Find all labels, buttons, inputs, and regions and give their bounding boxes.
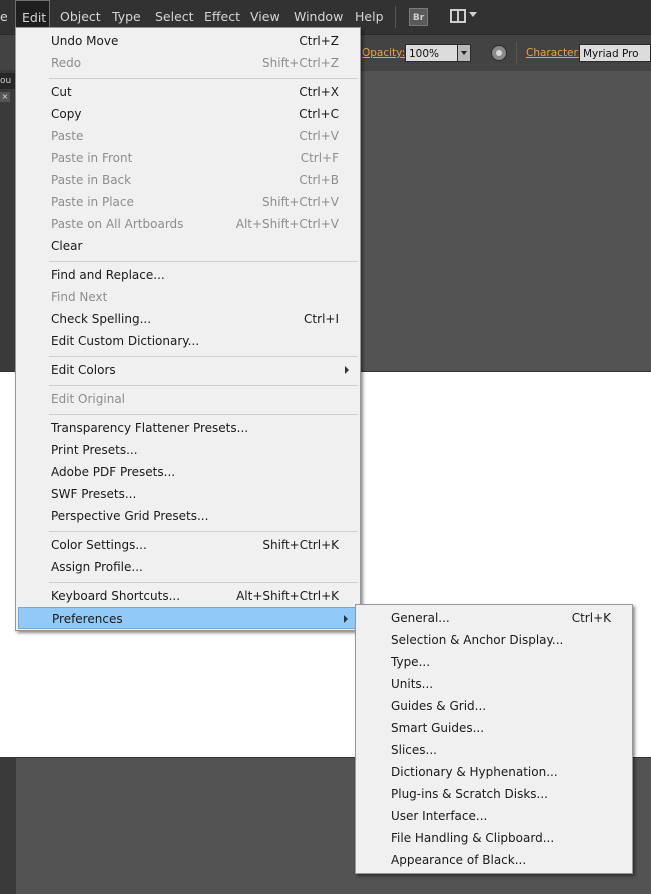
- menu-item-transparency-flattener-presets[interactable]: Transparency Flattener Presets...: [18, 417, 358, 439]
- menu-item-cut[interactable]: Cut Ctrl+X: [18, 81, 358, 103]
- submenu-item-file-handling-clipboard[interactable]: File Handling & Clipboard...: [358, 827, 630, 849]
- submenu-arrow-icon: [345, 366, 349, 374]
- menu-item-paste-in-back[interactable]: Paste in Back Ctrl+B: [18, 169, 358, 191]
- menu-item-paste-on-all-artboards[interactable]: Paste on All Artboards Alt+Shift+Ctrl+V: [18, 213, 358, 235]
- submenu-arrow-icon: [344, 615, 348, 623]
- menu-item-paste-in-front[interactable]: Paste in Front Ctrl+F: [18, 147, 358, 169]
- menu-separator: [49, 356, 358, 357]
- menu-item-color-settings[interactable]: Color Settings... Shift+Ctrl+K: [18, 534, 358, 556]
- menu-item-keyboard-shortcuts[interactable]: Keyboard Shortcuts... Alt+Shift+Ctrl+K: [18, 585, 358, 607]
- submenu-item-plugins-scratch-disks[interactable]: Plug-ins & Scratch Disks...: [358, 783, 630, 805]
- submenu-item-guides-grid[interactable]: Guides & Grid...: [358, 695, 630, 717]
- opacity-label[interactable]: Opacity:: [362, 47, 405, 59]
- menu-separator: [49, 261, 358, 262]
- menu-item-swf-presets[interactable]: SWF Presets...: [18, 483, 358, 505]
- bridge-icon[interactable]: Br: [409, 8, 428, 26]
- menu-item-clear[interactable]: Clear: [18, 235, 358, 257]
- edit-menu: Undo Move Ctrl+Z Redo Shift+Ctrl+Z Cut Ctrl…: [15, 27, 361, 631]
- opacity-input[interactable]: 100%: [405, 44, 458, 62]
- submenu-item-type[interactable]: Type...: [358, 651, 630, 673]
- menu-item-copy[interactable]: Copy Ctrl+C: [18, 103, 358, 125]
- menu-item-redo[interactable]: Redo Shift+Ctrl+Z: [18, 52, 358, 74]
- menu-separator: [49, 414, 358, 415]
- menu-item-edit-custom-dictionary[interactable]: Edit Custom Dictionary...: [18, 330, 358, 352]
- menu-separator: [49, 385, 358, 386]
- submenu-item-appearance-of-black[interactable]: Appearance of Black...: [358, 849, 630, 871]
- menu-file[interactable]: e: [0, 0, 8, 34]
- submenu-item-dictionary-hyphenation[interactable]: Dictionary & Hyphenation...: [358, 761, 630, 783]
- menu-item-assign-profile[interactable]: Assign Profile...: [18, 556, 358, 578]
- menu-item-edit-colors[interactable]: Edit Colors: [18, 359, 358, 381]
- panel-close-icon[interactable]: ×: [0, 92, 10, 102]
- opacity-dropdown-icon[interactable]: [457, 44, 471, 62]
- menu-item-find-and-replace[interactable]: Find and Replace...: [18, 264, 358, 286]
- menu-item-perspective-grid-presets[interactable]: Perspective Grid Presets...: [18, 505, 358, 527]
- submenu-item-units[interactable]: Units...: [358, 673, 630, 695]
- character-label[interactable]: Character:: [526, 47, 581, 59]
- submenu-item-general[interactable]: General... Ctrl+K: [358, 607, 630, 629]
- menu-item-preferences[interactable]: Preferences: [18, 607, 358, 629]
- workspace-switcher-icon[interactable]: [450, 8, 478, 26]
- menu-item-find-next[interactable]: Find Next: [18, 286, 358, 308]
- preferences-submenu: General... Ctrl+K Selection & Anchor Disp…: [355, 604, 633, 874]
- menu-separator: [49, 78, 358, 79]
- menu-item-paste[interactable]: Paste Ctrl+V: [18, 125, 358, 147]
- submenu-item-user-interface[interactable]: User Interface...: [358, 805, 630, 827]
- menu-separator: [49, 582, 358, 583]
- recolor-artwork-icon[interactable]: [491, 45, 507, 61]
- submenu-item-slices[interactable]: Slices...: [358, 739, 630, 761]
- menu-item-print-presets[interactable]: Print Presets...: [18, 439, 358, 461]
- menu-separator: [49, 531, 358, 532]
- menu-item-check-spelling[interactable]: Check Spelling... Ctrl+I: [18, 308, 358, 330]
- menu-item-undo-move[interactable]: Undo Move Ctrl+Z: [18, 30, 358, 52]
- menu-item-paste-in-place[interactable]: Paste in Place Shift+Ctrl+V: [18, 191, 358, 213]
- submenu-item-selection-anchor-display[interactable]: Selection & Anchor Display...: [358, 629, 630, 651]
- panel-tab[interactable]: ou: [0, 73, 16, 89]
- menu-item-adobe-pdf-presets[interactable]: Adobe PDF Presets...: [18, 461, 358, 483]
- menubar-divider: [395, 6, 396, 28]
- submenu-item-smart-guides[interactable]: Smart Guides...: [358, 717, 630, 739]
- controlbar-divider: [516, 42, 517, 64]
- font-family-input[interactable]: Myriad Pro: [579, 44, 651, 62]
- menu-item-edit-original[interactable]: Edit Original: [18, 388, 358, 410]
